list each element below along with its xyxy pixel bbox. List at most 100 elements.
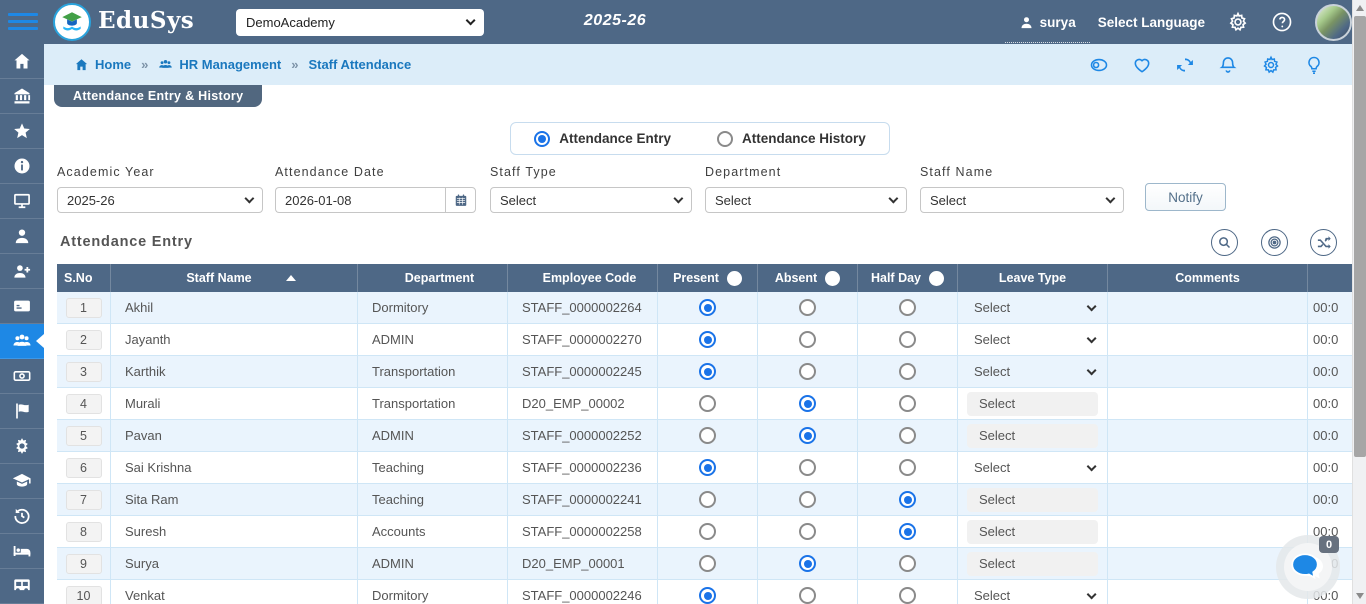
vertical-scrollbar[interactable] bbox=[1352, 0, 1366, 604]
present-radio[interactable] bbox=[699, 491, 716, 508]
lightbulb-icon[interactable] bbox=[1304, 55, 1324, 75]
settings-gear-icon[interactable] bbox=[1227, 11, 1249, 33]
comments-cell[interactable] bbox=[1108, 452, 1308, 483]
half-day-radio[interactable] bbox=[899, 427, 916, 444]
present-radio[interactable] bbox=[699, 331, 716, 348]
comments-cell[interactable] bbox=[1108, 324, 1308, 355]
absent-radio[interactable] bbox=[799, 587, 816, 604]
breadcrumb-home[interactable]: Home bbox=[74, 57, 131, 72]
leave-type-select[interactable]: Select bbox=[958, 332, 1107, 347]
absent-radio[interactable] bbox=[799, 491, 816, 508]
absent-radio[interactable] bbox=[799, 459, 816, 476]
absent-radio[interactable] bbox=[799, 555, 816, 572]
scroll-up-arrow[interactable] bbox=[1356, 5, 1364, 11]
absent-radio[interactable] bbox=[799, 523, 816, 540]
shuffle-button[interactable] bbox=[1310, 229, 1337, 256]
staff-name-select[interactable]: Select bbox=[920, 187, 1124, 213]
search-button[interactable] bbox=[1211, 229, 1238, 256]
half-day-radio[interactable] bbox=[899, 459, 916, 476]
leave-type-select[interactable]: Select bbox=[958, 460, 1107, 475]
attendance-date-input[interactable] bbox=[275, 187, 445, 213]
staff-type-select[interactable]: Select bbox=[490, 187, 692, 213]
heart-icon[interactable] bbox=[1132, 55, 1152, 75]
present-radio[interactable] bbox=[699, 363, 716, 380]
present-radio[interactable] bbox=[699, 555, 716, 572]
present-radio[interactable] bbox=[699, 523, 716, 540]
header-comments[interactable]: Comments bbox=[1108, 264, 1308, 292]
sidebar-item-finance[interactable] bbox=[0, 359, 44, 394]
absent-radio[interactable] bbox=[799, 331, 816, 348]
hamburger-menu-icon[interactable] bbox=[8, 13, 38, 31]
header-leave-type[interactable]: Leave Type bbox=[958, 264, 1108, 292]
sidebar-item-academics[interactable] bbox=[0, 464, 44, 499]
absent-radio[interactable] bbox=[799, 299, 816, 316]
leave-type-select[interactable]: Select bbox=[958, 588, 1107, 603]
half-day-all-radio[interactable] bbox=[929, 271, 944, 286]
radio-unselected-icon[interactable] bbox=[717, 131, 733, 147]
sidebar-item-hostel[interactable] bbox=[0, 534, 44, 569]
present-all-radio[interactable] bbox=[727, 271, 742, 286]
gear-icon[interactable] bbox=[1261, 55, 1281, 75]
tab-attendance-entry-history[interactable]: Attendance Entry & History bbox=[54, 85, 262, 107]
sidebar-item-home[interactable] bbox=[0, 44, 44, 79]
sidebar-item-card[interactable] bbox=[0, 289, 44, 324]
absent-all-radio[interactable] bbox=[825, 271, 840, 286]
bell-icon[interactable] bbox=[1218, 55, 1238, 75]
leave-type-select[interactable]: Select bbox=[958, 300, 1107, 315]
help-icon[interactable] bbox=[1271, 11, 1293, 33]
sidebar-item-settings[interactable] bbox=[0, 429, 44, 464]
academy-select[interactable]: DemoAcademy bbox=[236, 9, 484, 36]
half-day-radio[interactable] bbox=[899, 587, 916, 604]
select-language-button[interactable]: Select Language bbox=[1098, 15, 1205, 30]
sidebar-item-hr-management[interactable] bbox=[0, 324, 44, 359]
half-day-radio[interactable] bbox=[899, 555, 916, 572]
attendance-history-radio[interactable]: Attendance History bbox=[717, 131, 866, 147]
header-sno[interactable]: S.No bbox=[57, 264, 111, 292]
breadcrumb-hr-management[interactable]: HR Management bbox=[158, 57, 281, 72]
present-radio[interactable] bbox=[699, 395, 716, 412]
comments-cell[interactable] bbox=[1108, 388, 1308, 419]
sidebar-item-profile[interactable] bbox=[0, 219, 44, 254]
refresh-icon[interactable] bbox=[1175, 55, 1195, 75]
absent-radio[interactable] bbox=[799, 427, 816, 444]
header-staff-name[interactable]: Staff Name bbox=[111, 264, 358, 292]
absent-radio[interactable] bbox=[799, 363, 816, 380]
present-radio[interactable] bbox=[699, 587, 716, 604]
radio-selected-icon[interactable] bbox=[534, 131, 550, 147]
comments-cell[interactable] bbox=[1108, 292, 1308, 323]
half-day-radio[interactable] bbox=[899, 331, 916, 348]
toggle-icon[interactable] bbox=[1089, 55, 1109, 75]
sidebar-item-admissions[interactable] bbox=[0, 254, 44, 289]
sidebar-item-desktop[interactable] bbox=[0, 184, 44, 219]
scroll-down-arrow[interactable] bbox=[1356, 593, 1364, 599]
sidebar-item-transport[interactable] bbox=[0, 569, 44, 604]
header-employee-code[interactable]: Employee Code bbox=[508, 264, 658, 292]
half-day-radio[interactable] bbox=[899, 363, 916, 380]
academic-year-select[interactable]: 2025-26 bbox=[57, 187, 263, 213]
scrollbar-thumb[interactable] bbox=[1354, 16, 1366, 457]
comments-cell[interactable] bbox=[1108, 356, 1308, 387]
present-radio[interactable] bbox=[699, 459, 716, 476]
half-day-radio[interactable] bbox=[899, 523, 916, 540]
attendance-entry-radio[interactable]: Attendance Entry bbox=[534, 131, 671, 147]
present-radio[interactable] bbox=[699, 427, 716, 444]
department-select[interactable]: Select bbox=[705, 187, 907, 213]
chat-bubble-icon[interactable] bbox=[1289, 549, 1327, 585]
comments-cell[interactable] bbox=[1108, 484, 1308, 515]
user-menu[interactable]: surya bbox=[1019, 15, 1076, 30]
target-button[interactable] bbox=[1261, 229, 1288, 256]
sidebar-item-institution[interactable] bbox=[0, 79, 44, 114]
sidebar-item-flag[interactable] bbox=[0, 394, 44, 429]
avatar[interactable] bbox=[1315, 4, 1352, 41]
comments-cell[interactable] bbox=[1108, 420, 1308, 451]
sidebar-item-history[interactable] bbox=[0, 499, 44, 534]
present-radio[interactable] bbox=[699, 299, 716, 316]
half-day-radio[interactable] bbox=[899, 395, 916, 412]
header-department[interactable]: Department bbox=[358, 264, 508, 292]
sidebar-item-info[interactable] bbox=[0, 149, 44, 184]
absent-radio[interactable] bbox=[799, 395, 816, 412]
half-day-radio[interactable] bbox=[899, 491, 916, 508]
calendar-button[interactable] bbox=[445, 187, 476, 213]
notify-button[interactable]: Notify bbox=[1145, 183, 1226, 211]
leave-type-select[interactable]: Select bbox=[958, 364, 1107, 379]
